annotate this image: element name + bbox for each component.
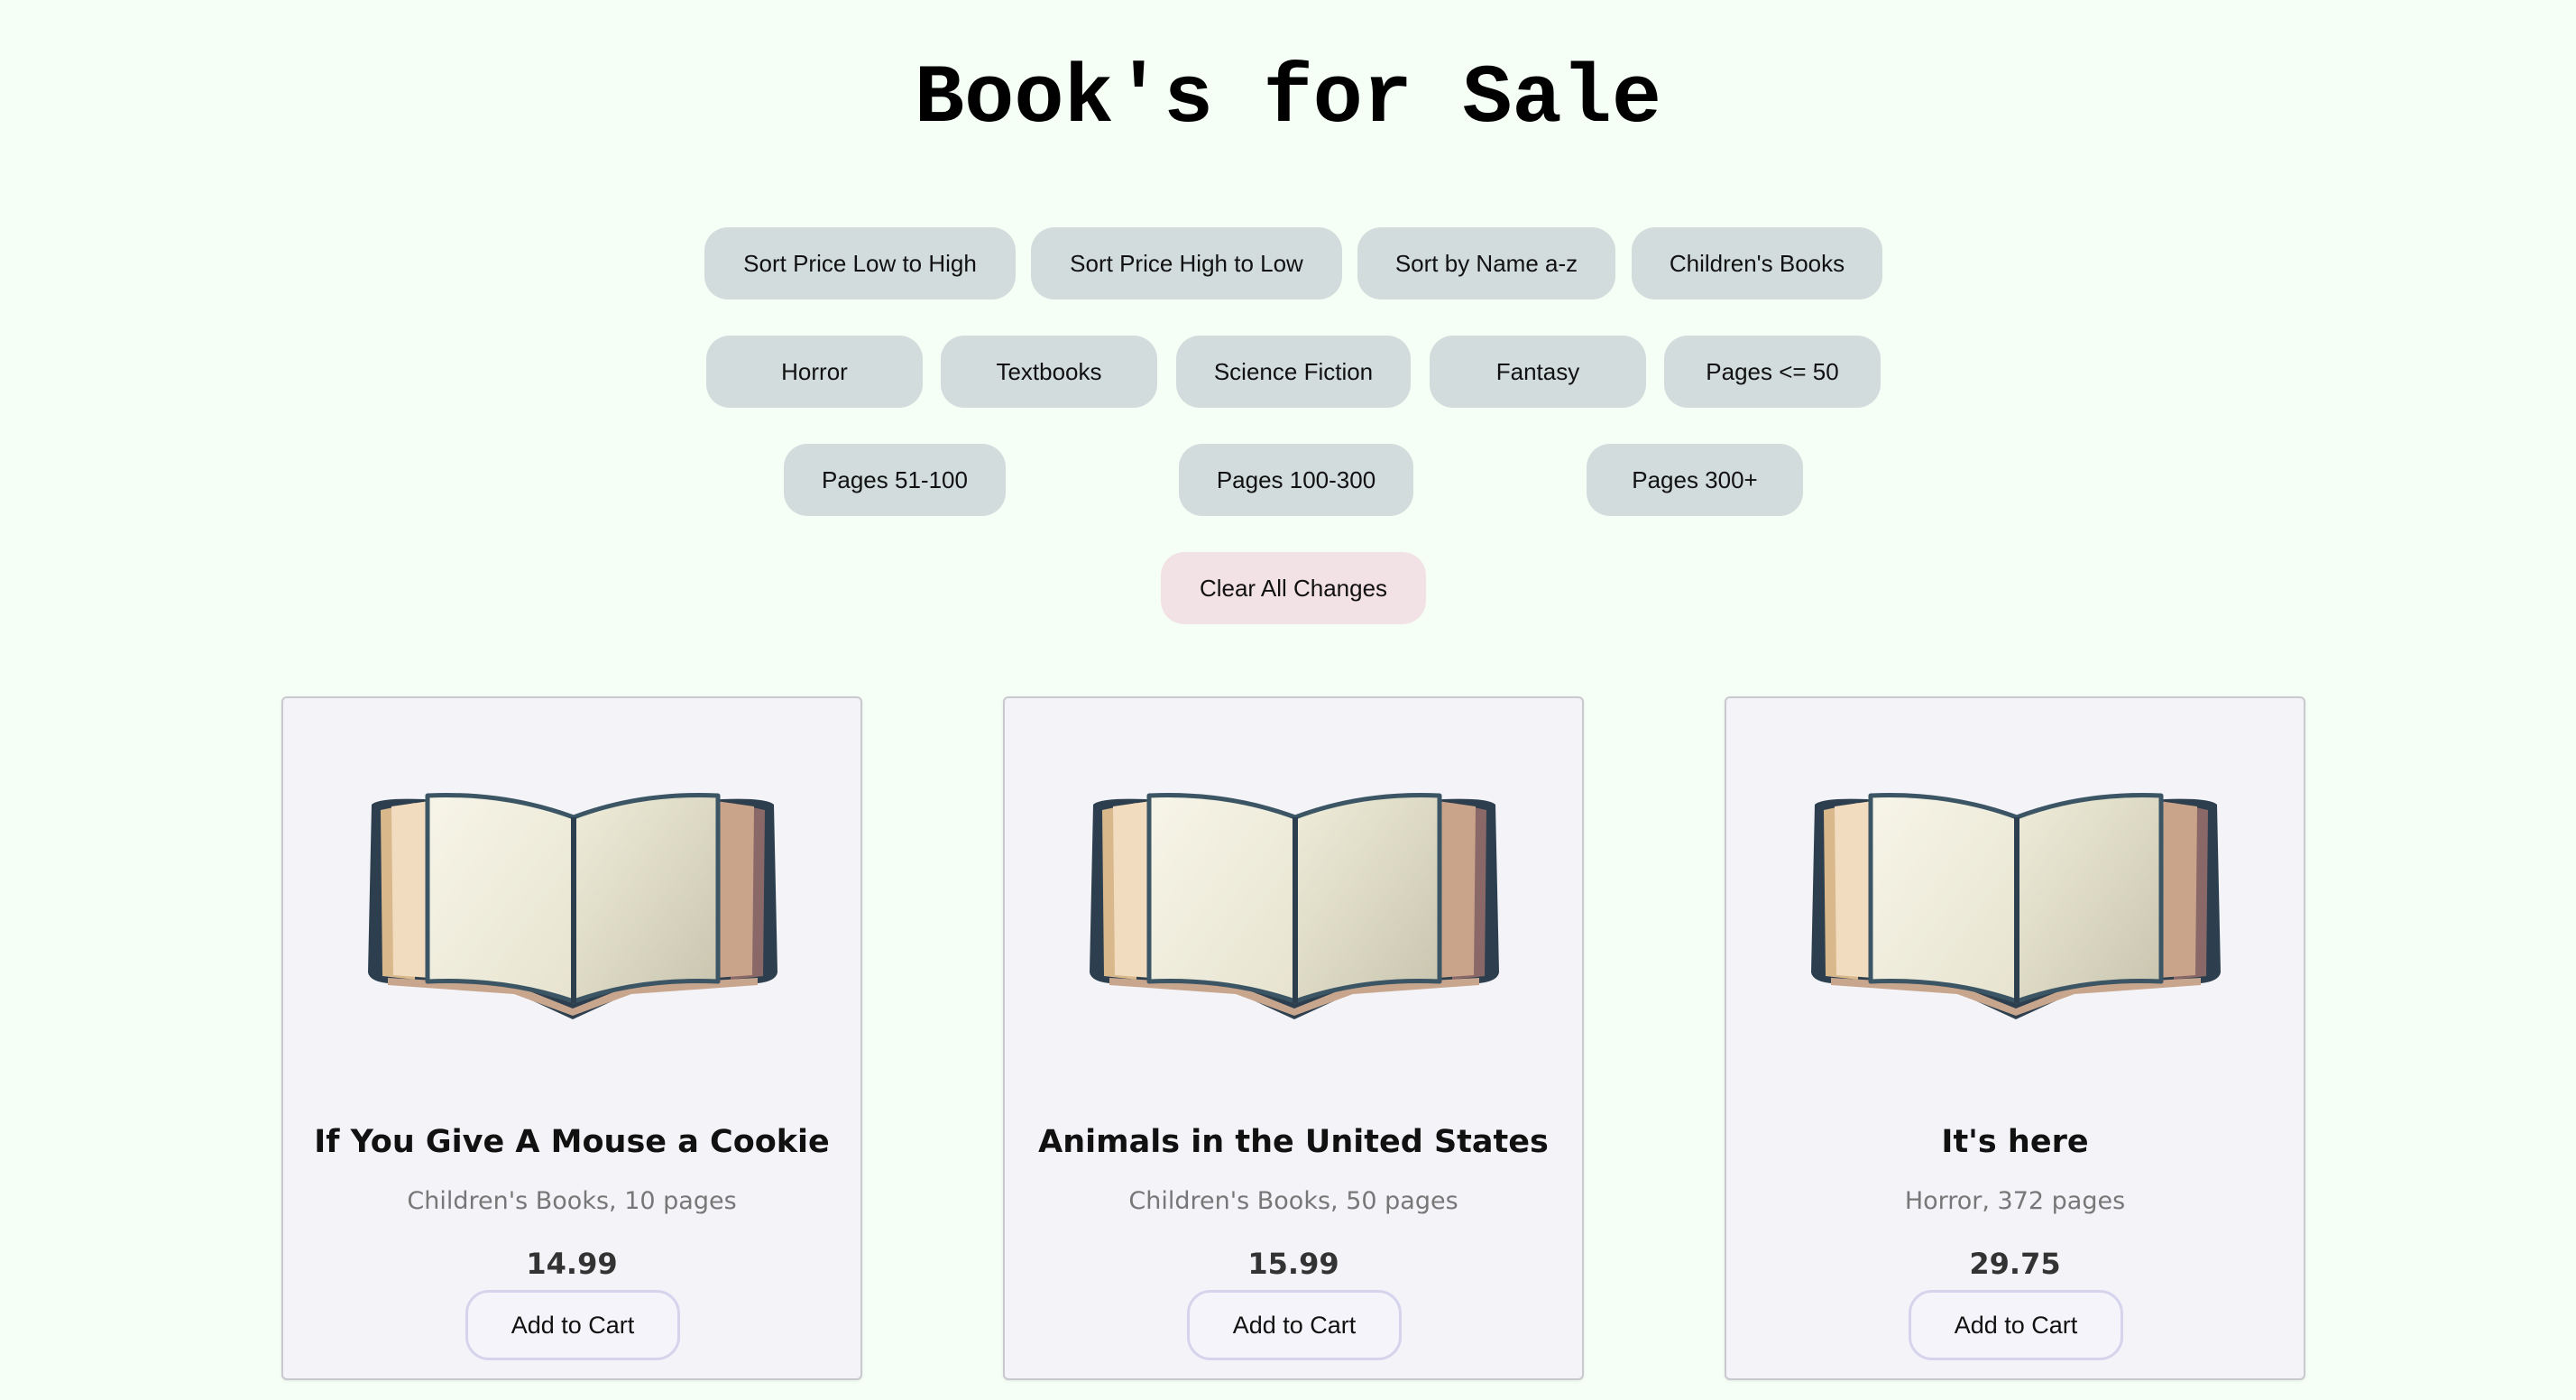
sort-price-low-high-button[interactable]: Sort Price Low to High	[704, 227, 1016, 299]
book-card: Animals in the United States Children's …	[1003, 696, 1584, 1380]
add-to-cart-button[interactable]: Add to Cart	[1187, 1290, 1402, 1360]
sort-name-az-button[interactable]: Sort by Name a-z	[1357, 227, 1615, 299]
page-title: Book's for Sale	[914, 51, 1662, 146]
book-card: It's here Horror, 372 pages 29.75 Add to…	[1725, 696, 2305, 1380]
pages-100-300-filter-button[interactable]: Pages 100-300	[1179, 444, 1413, 516]
book-card: If You Give A Mouse a Cookie Children's …	[281, 696, 862, 1380]
pages-under-50-filter-button[interactable]: Pages <= 50	[1664, 336, 1881, 408]
clear-all-changes-button[interactable]: Clear All Changes	[1161, 552, 1426, 624]
book-title: It's here	[1941, 1124, 2089, 1160]
sort-price-high-low-button[interactable]: Sort Price High to Low	[1031, 227, 1342, 299]
pages-51-100-filter-button[interactable]: Pages 51-100	[784, 444, 1006, 516]
science-fiction-filter-button[interactable]: Science Fiction	[1176, 336, 1411, 408]
book-price: 14.99	[526, 1247, 618, 1281]
fantasy-filter-button[interactable]: Fantasy	[1430, 336, 1646, 408]
textbooks-filter-button[interactable]: Textbooks	[941, 336, 1157, 408]
book-meta: Children's Books, 50 pages	[1128, 1187, 1458, 1215]
book-title: If You Give A Mouse a Cookie	[314, 1124, 830, 1160]
book-meta: Children's Books, 10 pages	[407, 1187, 737, 1215]
childrens-books-filter-button[interactable]: Children's Books	[1632, 227, 1882, 299]
open-book-icon	[1082, 792, 1506, 1025]
book-price: 15.99	[1247, 1247, 1339, 1281]
book-price: 29.75	[1969, 1247, 2061, 1281]
open-book-icon	[361, 792, 785, 1025]
pages-300-plus-filter-button[interactable]: Pages 300+	[1587, 444, 1803, 516]
book-meta: Horror, 372 pages	[1904, 1187, 2126, 1215]
add-to-cart-button[interactable]: Add to Cart	[1909, 1290, 2123, 1360]
add-to-cart-button[interactable]: Add to Cart	[465, 1290, 680, 1360]
open-book-icon	[1804, 792, 2228, 1025]
book-title: Animals in the United States	[1038, 1124, 1549, 1160]
horror-filter-button[interactable]: Horror	[706, 336, 923, 408]
